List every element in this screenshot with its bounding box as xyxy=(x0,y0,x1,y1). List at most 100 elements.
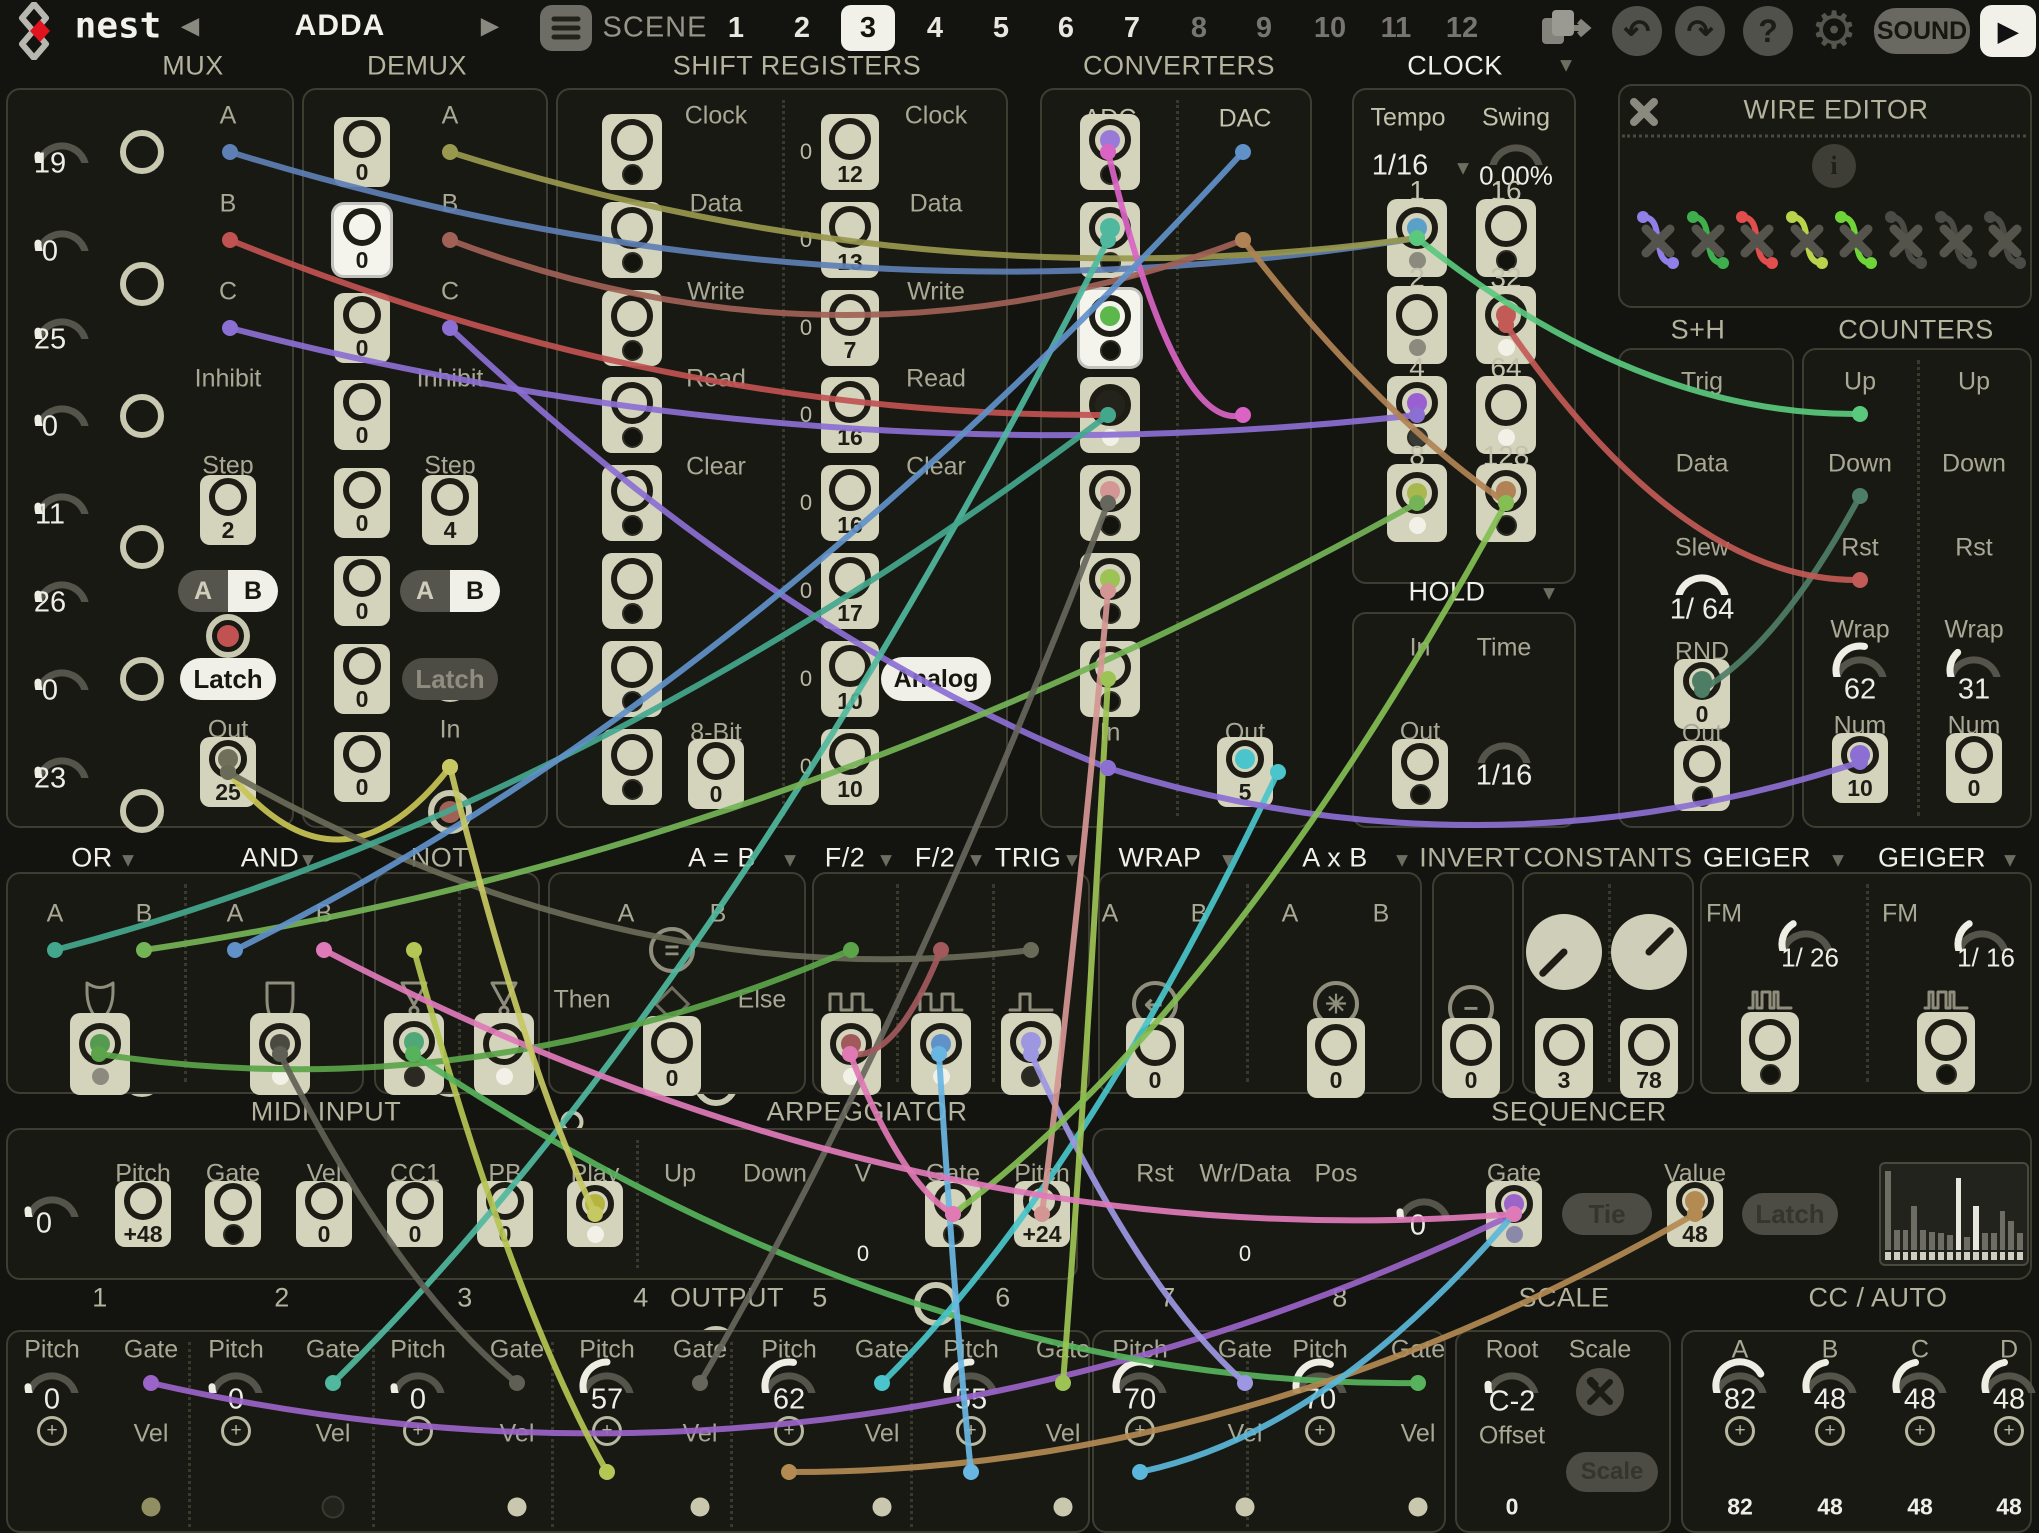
adc-bit-jack-3[interactable] xyxy=(1080,377,1140,453)
f2a-out-jack[interactable] xyxy=(821,1013,881,1095)
section-header-f2-5[interactable]: F/2 xyxy=(915,843,956,874)
copy-scene-icon[interactable] xyxy=(1538,6,1592,50)
out6-pitch-mod-plus[interactable]: + xyxy=(956,1416,986,1446)
sr1-stage-jack-5[interactable] xyxy=(602,553,662,629)
arp-pitch-jack[interactable]: +24 xyxy=(1014,1181,1070,1247)
demux-latch-button[interactable]: Latch xyxy=(402,658,498,700)
dropdown-icon[interactable]: ▼ xyxy=(118,850,138,873)
sr1-stage-jack-7[interactable] xyxy=(602,729,662,805)
f2b-out-jack[interactable] xyxy=(911,1013,971,1095)
scene-button-1[interactable]: 1 xyxy=(709,5,763,51)
out1-pitch-mod-plus[interactable]: + xyxy=(37,1416,67,1446)
sr2-stage-jack-2[interactable]: 7 xyxy=(821,290,879,366)
section-header-f2-4[interactable]: F/2 xyxy=(825,843,866,874)
dropdown-icon[interactable]: ▼ xyxy=(780,850,800,873)
demux-step-jack[interactable]: 4 xyxy=(422,475,478,545)
mux-latch-button[interactable]: Latch xyxy=(180,658,276,700)
sr1-stage-jack-0[interactable] xyxy=(602,114,662,190)
sr2-stage-jack-0[interactable]: 12 xyxy=(821,114,879,190)
out8-pitch-mod-plus[interactable]: + xyxy=(1305,1416,1335,1446)
out5-pitch-mod-plus[interactable]: + xyxy=(774,1416,804,1446)
adc-bit-jack-4[interactable] xyxy=(1080,465,1140,541)
sr2-stage-jack-7[interactable]: 10 xyxy=(821,729,879,805)
mux-step-jack[interactable]: 2 xyxy=(200,475,256,545)
sr2-analog-toggle[interactable]: Analog xyxy=(881,657,991,701)
wire-delete-item-2[interactable] xyxy=(1736,209,1778,271)
scene-button-8[interactable]: 8 xyxy=(1172,5,1226,51)
demux-slot-jack-5[interactable]: 0 xyxy=(334,556,390,626)
scene-button-6[interactable]: 6 xyxy=(1039,5,1093,51)
mux-out-jack[interactable]: 25 xyxy=(200,737,256,807)
midi-vel-jack[interactable]: 0 xyxy=(296,1181,352,1247)
demux-output-B[interactable] xyxy=(428,790,472,834)
scene-button-5[interactable]: 5 xyxy=(974,5,1028,51)
wrap-out-jack[interactable]: 0 xyxy=(1126,1018,1184,1098)
wire-delete-item-4[interactable] xyxy=(1835,209,1877,271)
section-header-geiger-11[interactable]: GEIGER xyxy=(1703,843,1811,874)
or-out-jack[interactable] xyxy=(70,1013,130,1095)
scale-quantize-button[interactable]: Scale xyxy=(1566,1452,1658,1492)
demux-slot-jack-7[interactable]: 0 xyxy=(334,732,390,802)
out7-pitch-mod-plus[interactable]: + xyxy=(1125,1416,1155,1446)
section-header-geiger-12[interactable]: GEIGER xyxy=(1878,843,1986,874)
counter0-wrap-knob[interactable] xyxy=(1828,639,1892,677)
scale-edit-tools-icon[interactable] xyxy=(1576,1368,1624,1416)
section-header-constants-10[interactable]: CONSTANTS xyxy=(1523,843,1692,874)
dac-out-jack[interactable]: 5 xyxy=(1217,737,1273,807)
cc-c-mod-plus[interactable]: + xyxy=(1905,1416,1935,1446)
demux-slot-jack-4[interactable]: 0 xyxy=(334,468,390,538)
invert-out-jack[interactable]: 0 xyxy=(1442,1018,1500,1098)
sr1-8bit-jack[interactable]: 0 xyxy=(688,739,744,809)
section-header-invert-9[interactable]: INVERT xyxy=(1419,843,1521,874)
dropdown-icon[interactable]: ▼ xyxy=(1828,850,1848,873)
patch-name[interactable]: ADDA xyxy=(295,9,386,43)
prev-patch-button[interactable]: ◀ xyxy=(181,12,199,41)
clock-div-jack-8[interactable] xyxy=(1387,464,1447,542)
demux-ab-toggle[interactable]: AB xyxy=(400,570,500,612)
section-header-not-2[interactable]: NOT xyxy=(411,843,470,874)
wire-delete-item-7[interactable] xyxy=(1984,209,2026,271)
arp-gate-jack[interactable] xyxy=(925,1181,981,1247)
section-header-axb-8[interactable]: A x B xyxy=(1302,843,1368,874)
cc-b-mod-plus[interactable]: + xyxy=(1815,1416,1845,1446)
adc-bit-jack-5[interactable] xyxy=(1080,553,1140,629)
midi-gate-jack[interactable] xyxy=(205,1181,261,1247)
sr2-stage-jack-6[interactable]: 10 xyxy=(821,641,879,717)
clock-div-jack-128[interactable] xyxy=(1476,464,1536,542)
cc-a-mod-plus[interactable]: + xyxy=(1725,1416,1755,1446)
hold-dropdown-icon[interactable]: ▼ xyxy=(1539,583,1559,606)
mux-knob-cv-socket-2[interactable] xyxy=(120,394,164,438)
wire-delete-item-1[interactable] xyxy=(1687,209,1729,271)
sr1-stage-jack-1[interactable] xyxy=(602,202,662,278)
hold-time-knob[interactable] xyxy=(1472,725,1536,763)
midi-play-jack[interactable] xyxy=(567,1181,623,1247)
out2-pitch-mod-plus[interactable]: + xyxy=(221,1416,251,1446)
dropdown-icon[interactable]: ▼ xyxy=(1062,850,1082,873)
scene-button-2[interactable]: 2 xyxy=(775,5,829,51)
counter1-num-jack[interactable]: 0 xyxy=(1946,733,2002,803)
not1-out-jack[interactable] xyxy=(384,1013,444,1095)
section-header-clock[interactable]: CLOCK xyxy=(1407,51,1503,82)
mux-knob-6[interactable] xyxy=(30,652,94,690)
aeqb-out-jack[interactable]: 0 xyxy=(643,1016,701,1096)
midi-pitch-jack[interactable]: +48 xyxy=(115,1181,171,1247)
geiger1-out-jack[interactable] xyxy=(1917,1012,1975,1092)
help-button[interactable]: ? xyxy=(1743,6,1793,56)
sh-out-jack[interactable] xyxy=(1674,741,1730,811)
settings-gear-icon[interactable]: ⚙ xyxy=(1811,1,1858,61)
demux-slot-jack-2[interactable]: 0 xyxy=(334,293,390,363)
out4-pitch-mod-plus[interactable]: + xyxy=(592,1416,622,1446)
adc-bit-jack-2[interactable] xyxy=(1080,290,1140,366)
mux-knob-1[interactable] xyxy=(30,213,94,251)
not2-out-jack[interactable] xyxy=(474,1013,534,1095)
scene-button-12[interactable]: 12 xyxy=(1435,5,1489,51)
seq-tie-button[interactable]: Tie xyxy=(1562,1193,1652,1235)
hold-header[interactable]: HOLD xyxy=(1408,577,1485,608)
wire-delete-item-0[interactable] xyxy=(1637,209,1679,271)
mux-ab-toggle[interactable]: AB xyxy=(178,570,278,612)
dropdown-icon[interactable]: ▼ xyxy=(1218,850,1238,873)
scene-button-11[interactable]: 11 xyxy=(1369,5,1423,51)
out3-pitch-mod-plus[interactable]: + xyxy=(403,1416,433,1446)
axb-out-jack[interactable]: 0 xyxy=(1307,1018,1365,1098)
next-patch-button[interactable]: ▶ xyxy=(481,12,499,41)
